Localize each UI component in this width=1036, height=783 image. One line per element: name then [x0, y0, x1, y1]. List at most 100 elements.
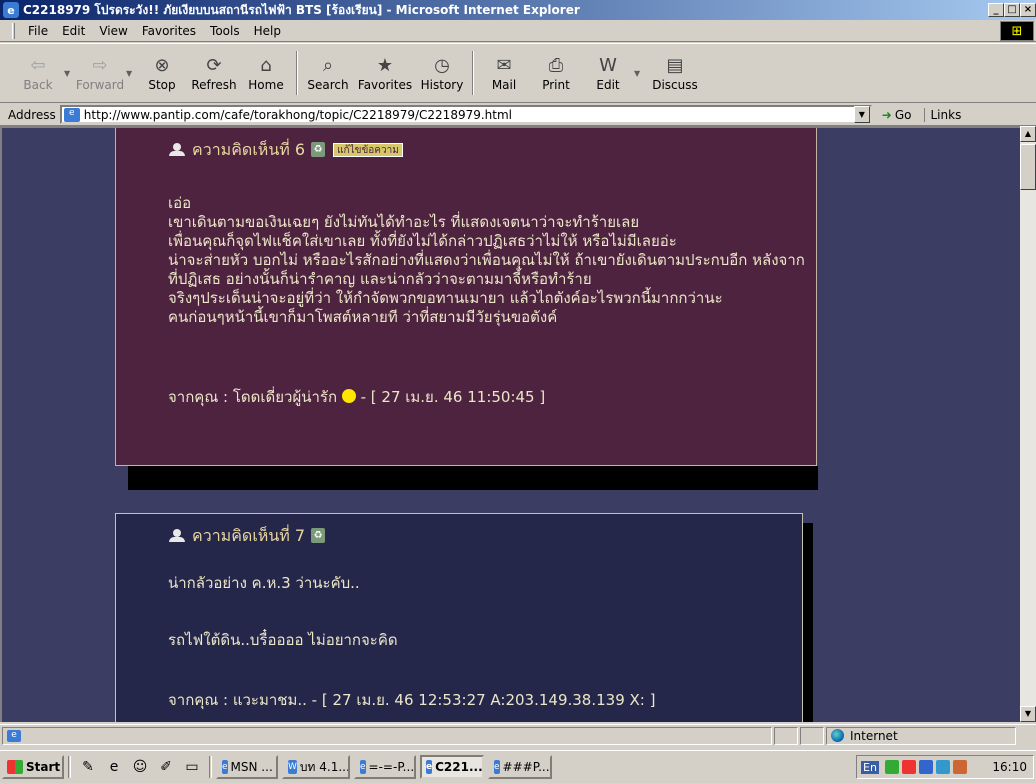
delete-icon[interactable]: ♻ [311, 142, 326, 157]
comment-line: จริงๆประเด็นน่าจะอยู่ที่ว่า ให้กำจัดพวกข… [168, 289, 723, 307]
menu-edit[interactable]: Edit [55, 24, 92, 38]
security-zone[interactable]: Internet [826, 726, 1016, 745]
ie-icon: e [3, 2, 19, 18]
clock[interactable]: 16:10 [992, 760, 1027, 774]
stop-button[interactable]: ⊗ Stop [136, 54, 188, 92]
menu-grip[interactable] [12, 22, 15, 39]
menu-bar: File Edit View Favorites Tools Help ⊞ [0, 20, 1036, 42]
page-content[interactable]: ความคิดเห็นที่ 6 ♻ แก้ไขข้อความ เอ่อ เขา… [0, 126, 1020, 722]
address-bar: Address e ▼ ➜ Go Links [0, 104, 1036, 126]
search-icon: ⌕ [322, 55, 334, 76]
menu-tools[interactable]: Tools [203, 24, 247, 38]
quicklaunch-outlook-icon[interactable]: ✎ [79, 758, 97, 776]
menu-favorites[interactable]: Favorites [135, 24, 203, 38]
history-button[interactable]: ◷ History [416, 54, 468, 92]
comment-line: เขาเดินตามขอเงินเฉยๆ ยังไม่ทันได้ทำอะไร … [168, 213, 640, 231]
home-icon: ⌂ [260, 55, 272, 76]
system-tray: En 16:10 [856, 755, 1034, 779]
ie-icon: e [360, 760, 366, 774]
forward-dropdown-icon[interactable]: ▼ [126, 69, 136, 78]
refresh-button[interactable]: ⟳ Refresh [188, 54, 240, 92]
back-arrow-icon: ⇦ [30, 55, 46, 76]
history-icon: ◷ [434, 55, 450, 76]
forward-button[interactable]: ⇨ Forward [74, 54, 126, 92]
comment-line: น่ากลัวอย่าง ค.ห.3 ว่านะคับ.. [168, 574, 360, 592]
tray-volume-icon[interactable] [901, 760, 916, 774]
comment-number: ความคิดเห็นที่ 6 [192, 140, 306, 159]
back-button[interactable]: ⇦ Back [12, 54, 64, 92]
status-bar: e Internet [0, 724, 1036, 746]
comment-line: ที่ปฏิเสธ อย่างนั้นก็น่ารำคาญ และน่ากลัว… [168, 270, 592, 288]
print-button[interactable]: ⎙ Print [530, 54, 582, 92]
print-icon: ⎙ [548, 55, 564, 76]
close-button[interactable]: × [1020, 3, 1036, 17]
edit-comment-button[interactable]: แก้ไขข้อความ [333, 142, 403, 157]
page-icon: e [7, 729, 21, 742]
scroll-thumb[interactable] [1020, 144, 1036, 190]
quicklaunch-desktop-icon[interactable]: ▭ [183, 758, 201, 776]
mail-button[interactable]: ✉ Mail [478, 54, 530, 92]
internet-globe-icon [831, 729, 844, 742]
comment-shadow [803, 523, 813, 722]
comment-shadow [128, 466, 818, 490]
quicklaunch-ie-icon[interactable]: e [105, 758, 123, 776]
delete-icon[interactable]: ♻ [311, 528, 326, 543]
comment-6: ความคิดเห็นที่ 6 ♻ แก้ไขข้อความ เอ่อ เขา… [115, 128, 817, 466]
home-button[interactable]: ⌂ Home [240, 54, 292, 92]
favorites-button[interactable]: ★ Favorites [354, 54, 416, 92]
address-box[interactable]: e ▼ [59, 105, 872, 124]
ie-icon: e [426, 760, 433, 774]
go-button[interactable]: ➜ Go [882, 108, 912, 122]
minimize-button[interactable]: _ [988, 3, 1004, 17]
edit-button[interactable]: W Edit [582, 54, 634, 92]
tray-messenger-icon[interactable] [918, 760, 933, 774]
menu-view[interactable]: View [92, 24, 134, 38]
vertical-scrollbar[interactable]: ▲ ▼ [1020, 126, 1036, 722]
quicklaunch-edit-icon[interactable]: ✐ [157, 758, 175, 776]
tray-app-icon[interactable] [952, 760, 967, 774]
discuss-button[interactable]: ▤ Discuss [644, 54, 706, 92]
comment-7: ความคิดเห็นที่ 7 ♻ น่ากลัวอย่าง ค.ห.3 ว่… [115, 513, 803, 722]
comment-number: ความคิดเห็นที่ 7 [192, 526, 306, 545]
scroll-down-icon[interactable]: ▼ [1020, 706, 1036, 722]
discuss-icon: ▤ [666, 55, 684, 76]
language-indicator[interactable]: En [861, 760, 879, 774]
comment-author: จากคุณ : แวะมาชม.. - [ 27 เม.ย. 46 12:53… [168, 691, 656, 709]
tray-monitor-icon[interactable] [935, 760, 950, 774]
comment-footer: จากคุณ : โดดเดี่ยวผู้น่ารัก - [ 27 เม.ย.… [168, 388, 545, 407]
menu-help[interactable]: Help [247, 24, 288, 38]
page-icon: e [63, 107, 80, 122]
links-toolbar[interactable]: Links [923, 107, 961, 122]
comment-line: น่าจะส่ายหัว บอกไม่ หรืออะไรสักอย่างที่แ… [168, 251, 805, 269]
menu-file[interactable]: File [21, 24, 55, 38]
address-input[interactable] [83, 107, 854, 122]
toolbar-separator [296, 51, 298, 95]
status-text: e [2, 726, 772, 745]
maximize-button[interactable]: □ [1004, 3, 1020, 17]
window-title-bar[interactable]: e C2218979 โปรดระวัง!! ภัยเงียบบนสถานีรถ… [0, 0, 1036, 20]
address-label: Address [8, 107, 56, 122]
quicklaunch-messenger-icon[interactable]: ☺ [131, 758, 149, 776]
status-panel [774, 726, 798, 745]
address-dropdown-icon[interactable]: ▼ [853, 106, 870, 123]
windows-logo-icon: ⊞ [1000, 21, 1034, 41]
stop-icon: ⊗ [154, 55, 170, 76]
refresh-icon: ⟳ [206, 55, 222, 76]
comment-footer: จากคุณ : แวะมาชม.. - [ 27 เม.ย. 46 12:53… [168, 691, 655, 710]
comment-line: รถไฟใต้ดิน..บรื๋ออออ ไม่อยากจะคิด [168, 631, 398, 649]
task-ie-window[interactable]: e =-=-P... [354, 755, 416, 779]
task-current-window[interactable]: e C221... [420, 755, 484, 779]
comment-line [168, 612, 398, 631]
edit-dropdown-icon[interactable]: ▼ [634, 69, 644, 78]
start-button[interactable]: Start [2, 755, 64, 779]
comment-body: น่ากลัวอย่าง ค.ห.3 ว่านะคับ.. รถไฟใต้ดิน… [168, 574, 398, 650]
ie-icon: e [222, 760, 228, 774]
task-msn[interactable]: e MSN ... [216, 755, 278, 779]
task-ie-window[interactable]: e ###P... [488, 755, 552, 779]
back-dropdown-icon[interactable]: ▼ [64, 69, 74, 78]
comment-line: เพื่อนคุณก็จุดไฟแช็คใส่เขาเลย ทั้งที่ยัง… [168, 232, 677, 250]
search-button[interactable]: ⌕ Search [302, 54, 354, 92]
task-word-doc[interactable]: W บท 4.1... [282, 755, 350, 779]
tray-network-icon[interactable] [884, 760, 899, 774]
scroll-up-icon[interactable]: ▲ [1020, 126, 1036, 142]
